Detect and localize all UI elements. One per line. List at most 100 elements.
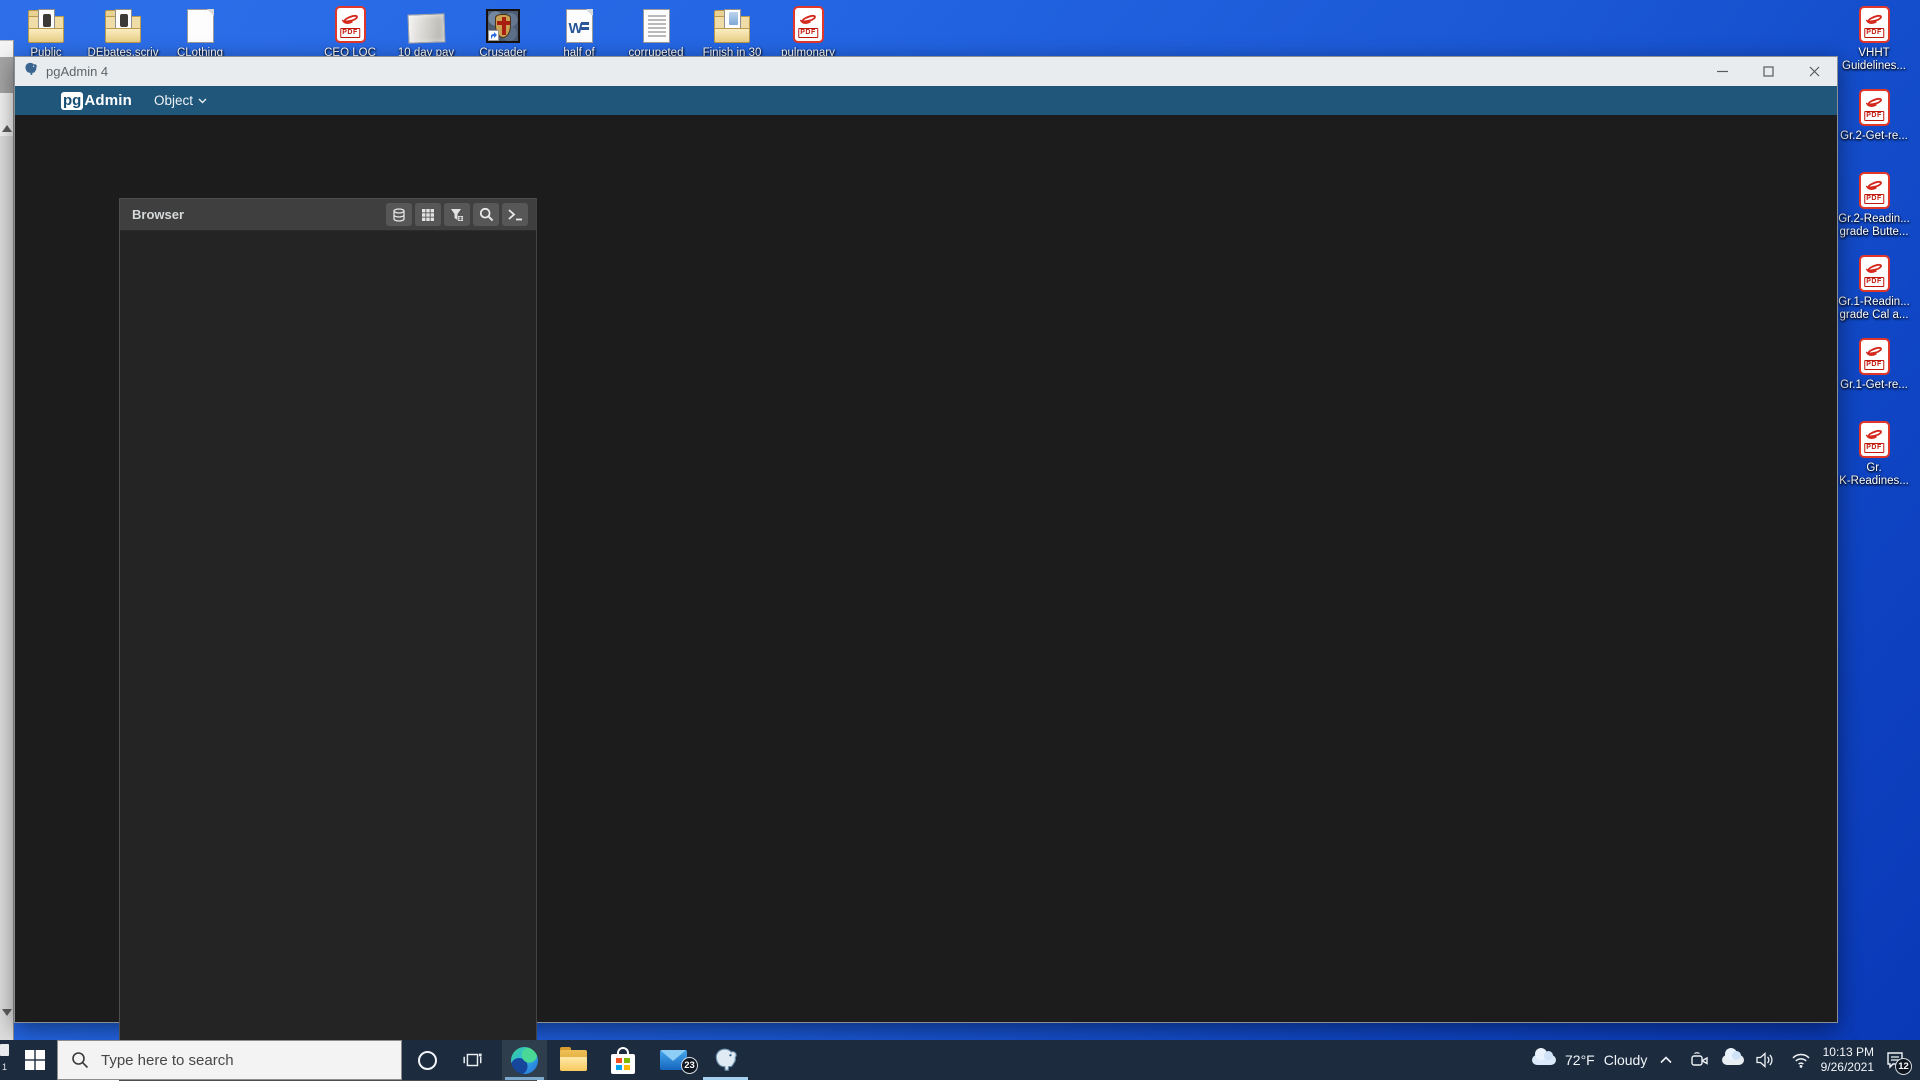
desktop-icon-label: Gr. [1866,462,1882,474]
desktop-icon-grk-readiness[interactable]: PDF Gr. K-Readines... [1836,421,1912,488]
desktop: Public DEbates.scriv CLothing PDF CEO LO… [0,0,1920,1081]
background-window-scrollbar[interactable] [0,40,14,1041]
desktop-icon-ceo-loc[interactable]: PDF CEO LOC [317,5,383,60]
word-document-icon: W [559,5,599,43]
taskbar-explorer-button[interactable] [553,1040,593,1080]
pdf-icon: PDF [1858,172,1890,209]
clock[interactable]: 10:13 PM 9/26/2021 [1806,1045,1874,1075]
desktop-icon-finish-in-30[interactable]: Finish in 30 [699,5,765,60]
pdf-icon: PDF [788,5,828,43]
browser-panel: Browser [119,198,537,1081]
document-icon [180,5,220,43]
taskbar-edge-button[interactable] [502,1040,547,1080]
desktop-icon-label: Gr.1-Readin... [1838,296,1910,308]
desktop-icon-half-of[interactable]: W half of [546,5,612,60]
chevron-down-icon [198,98,207,103]
desktop-icon-10-day-pay[interactable]: 10 day pay [393,5,459,60]
desktop-icon-label: Gr.1-Get-re... [1840,379,1908,391]
meet-now-button[interactable] [1685,1040,1715,1080]
taskbar-search[interactable] [57,1040,402,1080]
action-center-button[interactable]: 12 [1878,1040,1912,1080]
browser-panel-header[interactable]: Browser [120,199,536,231]
clock-time: 10:13 PM [1822,1045,1874,1059]
desktop-icon-pulmonary[interactable]: PDF pulmonary [775,5,841,60]
desktop-icon-public[interactable]: Public [13,5,79,60]
scroll-up-icon[interactable] [2,125,12,132]
pdf-icon: PDF [1858,89,1890,126]
browser-panel-title: Browser [132,207,185,222]
desktop-icon-label: Guidelines... [1842,60,1906,72]
menu-object[interactable]: Object [154,93,207,108]
overflow-label: 1 [1,1062,7,1072]
weather-condition: Cloudy [1603,1052,1648,1068]
taskbar-mail-button[interactable]: 23 [653,1040,698,1080]
scrollbar-track[interactable] [0,136,13,1041]
pdf-icon: PDF [1858,6,1890,43]
volume-button[interactable] [1750,1040,1780,1080]
clock-date: 9/26/2021 [1820,1060,1874,1074]
search-input[interactable] [101,1051,381,1069]
pgadmin-logo: pg Admin [61,91,132,110]
taskbar-store-button[interactable] [603,1040,643,1080]
desktop-icon-gr2-readin[interactable]: PDF Gr.2-Readin... grade Butte... [1836,172,1912,239]
desktop-icon-gr1-get-re[interactable]: PDF Gr.1-Get-re... [1836,338,1912,392]
desktop-icon-label: Gr.2-Get-re... [1840,130,1908,142]
pdf-icon: PDF [1858,421,1890,458]
weather-cloud-icon [1532,1048,1556,1065]
desktop-icon-label: Gr.2-Readin... [1838,213,1910,225]
desktop-icon-gr1-readin[interactable]: PDF Gr.1-Readin... grade Cal a... [1836,255,1912,322]
taskbar: 1 Type here to search 23 72°F Cloudy 10:… [0,1040,1920,1080]
volume-icon [1756,1052,1773,1068]
pdf-icon: PDF [330,5,370,43]
pgadmin-window: pgAdmin 4 pg Admin Object Browser [14,56,1838,1081]
task-view-icon [463,1053,482,1067]
desktop-icon-corrupeted[interactable]: corrupeted [623,5,689,60]
file-explorer-icon [559,1046,587,1071]
pdf-icon: PDF [1858,255,1890,292]
image-shortcut-icon [483,5,523,43]
desktop-icon-label: K-Readines... [1839,475,1909,487]
action-center-badge: 12 [1895,1058,1912,1075]
tray-expand-button[interactable] [1652,1040,1680,1080]
minimize-button[interactable] [1699,57,1745,86]
database-icon[interactable] [386,203,412,226]
filter-icon[interactable] [444,203,470,226]
overflow-chip-icon [0,1044,9,1056]
desktop-icon-clothing[interactable]: CLothing [167,5,233,60]
desktop-icon-vhht-guidelines[interactable]: PDF VHHT Guidelines... [1836,6,1912,73]
close-button[interactable] [1791,57,1837,86]
chevron-up-icon [1660,1056,1672,1064]
scroll-down-icon[interactable] [2,1009,12,1016]
window-titlebar[interactable]: pgAdmin 4 [15,57,1837,86]
window-title: pgAdmin 4 [46,64,109,79]
edge-icon [511,1046,538,1074]
taskbar-pgadmin-button[interactable] [702,1040,749,1080]
mail-badge: 23 [681,1057,698,1074]
desktop-icon-debates[interactable]: DEbates.scriv [88,5,158,60]
start-button[interactable] [12,1040,57,1080]
search-icon[interactable] [473,203,499,226]
grid-icon[interactable] [415,203,441,226]
pgadmin-elephant-icon [715,1048,737,1071]
shortcut-arrow-icon [488,30,499,41]
terminal-icon[interactable] [502,203,528,226]
onedrive-button[interactable] [1718,1040,1748,1080]
pdf-icon: PDF [1858,338,1890,375]
panel-divider[interactable] [536,198,537,1081]
pgadmin-elephant-icon [23,61,39,82]
task-view-button[interactable] [452,1040,492,1080]
desktop-icon-crusader[interactable]: Crusader [470,5,536,60]
search-icon [72,1052,89,1069]
windows-logo-icon [24,1050,45,1070]
desktop-icon-gr2-get-re[interactable]: PDF Gr.2-Get-re... [1836,89,1912,143]
taskbar-overflow-item[interactable]: 1 [0,1044,9,1072]
maximize-button[interactable] [1745,57,1791,86]
scrollbar-corner [0,57,13,93]
folder-icon [103,5,143,43]
text-document-icon [636,5,676,43]
desktop-icon-label: grade Butte... [1839,226,1909,238]
pgadmin-content-area: Browser [15,115,1837,1081]
weather-widget[interactable]: 72°F Cloudy [1532,1040,1662,1080]
folder-icon [712,5,752,43]
cortana-button[interactable] [407,1040,447,1080]
